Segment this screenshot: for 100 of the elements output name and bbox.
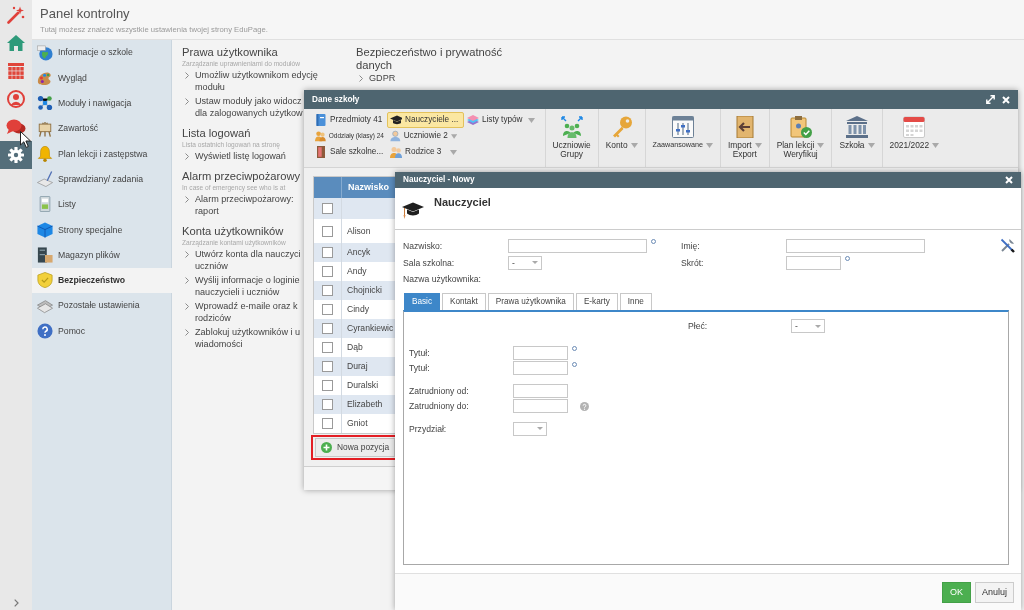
shield-icon — [37, 272, 53, 289]
text-field[interactable] — [513, 399, 568, 414]
layers-icon — [467, 114, 479, 126]
sidebar-item[interactable]: Listy — [32, 191, 171, 218]
checkbox[interactable] — [322, 380, 333, 391]
window-title: Dane szkoły — [312, 94, 360, 105]
toolbar-button[interactable]: 2021/2022 — [881, 109, 947, 167]
sidebar-item[interactable]: Moduły i nawigacja — [32, 90, 171, 116]
settings-link[interactable]: GDPR — [369, 72, 396, 84]
table-cell-text: Duralski — [346, 380, 379, 391]
tools-icon[interactable] — [1000, 238, 1015, 253]
settings-link[interactable]: Alarm przeciwpożarowy: raport — [195, 193, 294, 217]
field-label: Tytuł: — [409, 363, 430, 374]
field-label: Imię: — [681, 241, 700, 252]
toolbar-button[interactable]: Plan lekcji Weryfikuj — [768, 109, 832, 167]
tab[interactable]: Prawa użytkownika — [487, 293, 574, 310]
text-field[interactable] — [513, 383, 568, 398]
group-icon — [560, 116, 583, 138]
checkbox[interactable] — [322, 323, 333, 334]
graduation-cap-icon — [402, 202, 424, 219]
close-icon[interactable] — [1005, 176, 1013, 184]
chevron-icon — [185, 251, 189, 258]
text-field[interactable] — [508, 239, 647, 254]
caret-icon — [532, 261, 538, 265]
sidebar-item[interactable]: Magazyn plików — [32, 242, 171, 268]
checkbox[interactable] — [322, 247, 333, 258]
help-icon — [37, 322, 53, 339]
sliders-icon — [671, 116, 694, 138]
toolbar-item[interactable]: Przedmioty 41 — [312, 112, 387, 128]
checkbox[interactable] — [322, 266, 333, 277]
toolbar-item[interactable]: Rodzice 3 — [387, 144, 464, 160]
checkbox[interactable] — [322, 399, 333, 410]
section-title: Alarm przeciwpożarowy — [182, 170, 301, 183]
tab[interactable]: E-karty — [575, 293, 618, 310]
graduation-cap-icon — [390, 114, 402, 126]
people-icon — [390, 146, 402, 158]
caret-icon — [815, 324, 821, 328]
settings-link[interactable]: Zablokuj użytkowników i u wiadomości — [195, 326, 301, 350]
page-title: Panel kontrolny — [40, 6, 130, 22]
checkbox[interactable] — [322, 361, 333, 372]
tab[interactable]: Kontakt — [442, 293, 486, 310]
text-field[interactable] — [513, 345, 568, 360]
sidebar-item[interactable]: Plan lekcji i zastępstwa — [32, 141, 171, 167]
text-field[interactable] — [513, 361, 568, 376]
toolbar-button[interactable]: Uczniowie Grupy — [544, 109, 598, 167]
chevron-icon — [185, 72, 189, 79]
tab[interactable]: Basic — [404, 293, 441, 310]
sidebar-item[interactable]: Pomoc — [32, 318, 171, 344]
sidebar-item[interactable]: Wygląd — [32, 65, 171, 91]
chevron-icon[interactable] — [13, 599, 19, 607]
sidebar-item[interactable]: Strony specjalne — [32, 217, 171, 243]
window-title: Nauczyciel - Nowy — [403, 175, 475, 185]
calendar-icon — [903, 116, 926, 138]
cancel-button[interactable]: Anuluj — [974, 581, 1014, 603]
checkbox[interactable] — [322, 304, 333, 315]
table-cell-text: Chojnicki — [346, 285, 382, 296]
select-field[interactable]: - — [508, 255, 542, 270]
checkbox[interactable] — [322, 418, 333, 429]
home-icon — [7, 35, 25, 51]
settings-link[interactable]: Wyświetl listę logowań — [195, 150, 286, 162]
sidebar-item[interactable]: Pozostałe ustawienia — [32, 292, 171, 319]
chevron-icon — [185, 277, 189, 284]
building-icon — [845, 116, 868, 138]
settings-link[interactable]: Ustaw moduły jako widocz dla zalogowanych użytkow — [195, 95, 303, 119]
checkbox[interactable] — [322, 342, 333, 353]
toolbar-button[interactable]: Konto — [597, 109, 645, 167]
add-button[interactable]: Nowa pozycja — [315, 438, 396, 457]
sidebar-item[interactable]: Sprawdziany/ zadania — [32, 166, 171, 192]
close-icon[interactable] — [1002, 95, 1010, 104]
toolbar-button[interactable]: Import Export — [719, 109, 769, 167]
checkbox[interactable] — [322, 285, 333, 296]
checkbox[interactable] — [322, 203, 333, 214]
toolbar-button[interactable]: Szkoła — [831, 109, 882, 167]
checkbox[interactable] — [322, 225, 333, 237]
person-icon — [7, 90, 25, 108]
settings-link[interactable]: Utwórz konta dla nauczyci uczniów — [195, 248, 301, 272]
sidebar-item[interactable]: Bezpieczeństwo — [32, 267, 172, 293]
field-label: Tytuł: — [409, 347, 430, 358]
select-field[interactable]: - — [791, 319, 825, 333]
settings-link[interactable]: Umożliw użytkownikom edycję modułu — [195, 69, 318, 93]
network-icon — [37, 95, 53, 112]
key-icon — [610, 116, 633, 138]
text-field[interactable] — [786, 255, 841, 270]
settings-link[interactable]: Wprowadź e-maile oraz k rodziców — [195, 300, 298, 324]
settings-link[interactable]: Wyślij informacje o loginie nauczycieli i uczniów — [195, 274, 300, 298]
rail-button[interactable] — [0, 141, 32, 169]
toolbar-item[interactable]: Uczniowie 2 — [387, 128, 464, 144]
sidebar-item[interactable]: Zawartość — [32, 115, 171, 142]
table-cell-text: Alison — [346, 225, 371, 237]
toolbar-item[interactable]: Listy typów — [464, 112, 542, 128]
field-label: Zatrudniony do: — [409, 401, 469, 412]
tab[interactable]: Inne — [619, 293, 652, 310]
toolbar-item[interactable]: Nauczyciele ... — [387, 112, 464, 128]
select-field[interactable] — [513, 421, 547, 436]
expand-icon[interactable] — [986, 95, 995, 104]
toolbar-item[interactable]: Sale szkolne... — [312, 144, 387, 160]
sidebar-item[interactable]: Informacje o szkole — [32, 40, 171, 66]
text-field[interactable] — [786, 239, 925, 254]
door-icon — [315, 146, 327, 158]
field-label: Nazwa użytkownika: — [403, 274, 481, 285]
